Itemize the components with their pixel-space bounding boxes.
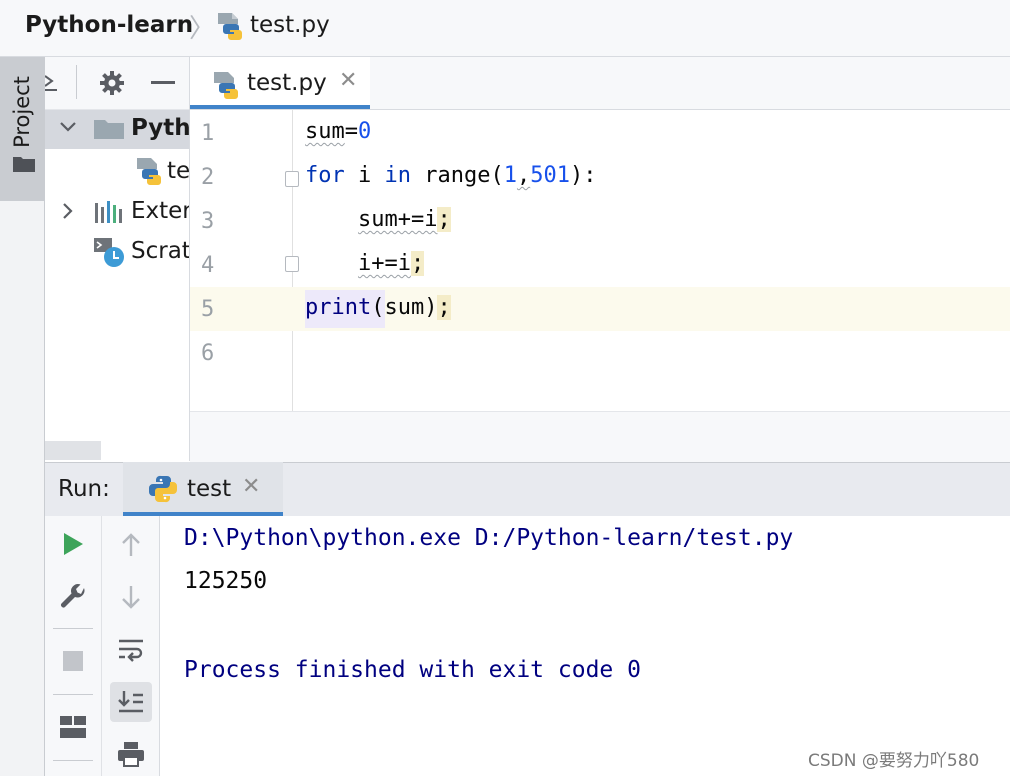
gear-icon[interactable] [99, 70, 125, 100]
code-token: in [384, 163, 412, 188]
run-tab-label: test [187, 476, 232, 502]
line-number: 3 [201, 209, 215, 234]
rerun-icon[interactable] [53, 528, 93, 560]
code-token: sum+=i [357, 207, 438, 232]
code-token: print [305, 295, 372, 320]
tree-item-label: Scratches and Consoles [131, 238, 189, 264]
folder-icon [13, 155, 35, 172]
breadcrumb-project[interactable]: Python-learn [25, 12, 193, 38]
code-token: sum [305, 119, 345, 144]
library-icon [94, 201, 124, 227]
line-number: 4 [201, 253, 215, 278]
line-number: 5 [201, 297, 215, 322]
code-token: 1 [503, 163, 517, 188]
collapse-all-icon[interactable] [44, 72, 59, 98]
code-line-4: i+=i; [305, 251, 425, 276]
code-line-1: sum=0 [305, 119, 371, 144]
code-token: (sum) [371, 295, 438, 320]
console-program-output: 125250 [184, 568, 268, 594]
breadcrumb-file[interactable]: test.py [250, 12, 330, 38]
python-file-icon [135, 157, 163, 191]
tab-label: test.py [247, 70, 327, 96]
tree-item-external-libraries[interactable]: External Libraries [45, 192, 189, 232]
python-file-icon [212, 71, 240, 105]
close-icon[interactable]: ✕ [339, 68, 357, 93]
toolbar-divider [53, 694, 93, 695]
print-icon[interactable] [111, 736, 151, 772]
line-number: 6 [201, 341, 215, 366]
line-number: 2 [201, 165, 215, 190]
run-panel-title: Run: [58, 476, 110, 502]
code-token: for [305, 163, 345, 188]
toolbar-divider [76, 65, 77, 99]
code-line-3: sum+=i; [305, 207, 451, 232]
code-token: 0 [358, 119, 372, 144]
layout-icon[interactable] [53, 710, 93, 744]
code-token: ; [437, 295, 451, 320]
chevron-right-icon[interactable] [61, 202, 75, 224]
scratch-icon [94, 238, 126, 272]
code-token: , [516, 163, 531, 188]
minimize-icon[interactable] [151, 81, 175, 84]
tree-item-project-root[interactable]: Python-learn [45, 109, 189, 149]
code-token: 501 [530, 163, 570, 188]
code-token: = [344, 119, 358, 144]
project-panel: Python-learn test.py External Libraries [45, 57, 190, 461]
project-toolbar [44, 57, 189, 110]
tree-item-label: test.py [167, 158, 189, 184]
console-exit-message: Process finished with exit code 0 [184, 657, 641, 683]
stop-icon[interactable] [53, 644, 93, 678]
code-token: ): [569, 163, 597, 188]
line-number: 1 [201, 121, 215, 146]
run-toolbar-primary [45, 516, 102, 776]
python-file-icon [216, 12, 244, 46]
close-icon[interactable]: ✕ [242, 474, 260, 499]
tree-item-label: Python-learn [131, 115, 189, 141]
scroll-to-end-icon[interactable] [110, 682, 152, 722]
arrow-down-icon[interactable] [111, 580, 151, 614]
project-tool-label: Project [10, 76, 34, 148]
console-command-line: D:\Python\python.exe D:/Python-learn/tes… [184, 525, 794, 551]
watermark: CSDN @要努力吖580 [808, 751, 980, 771]
wrench-icon[interactable] [53, 580, 93, 614]
toolbar-divider [53, 760, 93, 761]
code-line-2: for i in range(1,501): [305, 163, 596, 188]
code-token: ; [437, 207, 451, 232]
code-token: i+=i [357, 251, 411, 276]
console-output[interactable] [160, 516, 1010, 776]
code-line-5: print(sum); [305, 295, 451, 320]
fold-end-marker-icon[interactable] [285, 256, 299, 272]
horizontal-scrollbar[interactable] [45, 441, 101, 460]
chevron-down-icon[interactable] [59, 119, 77, 138]
code-token: ; [410, 251, 425, 276]
soft-wrap-icon[interactable] [111, 634, 151, 668]
python-icon [148, 474, 178, 508]
arrow-up-icon[interactable] [111, 528, 151, 562]
tree-item-scratches[interactable]: Scratches and Consoles [45, 232, 189, 272]
run-toolbar-secondary [102, 516, 160, 776]
fold-marker-icon[interactable] [285, 171, 299, 187]
code-token: range( [411, 163, 504, 188]
tree-item-file[interactable]: test.py [45, 152, 189, 192]
code-token: i [344, 163, 385, 188]
tree-item-label: External Libraries [131, 198, 189, 224]
toolbar-divider [53, 628, 93, 629]
folder-icon [94, 119, 124, 143]
editor-empty-area [190, 411, 1010, 462]
breadcrumb-separator: 〉 [189, 14, 216, 44]
